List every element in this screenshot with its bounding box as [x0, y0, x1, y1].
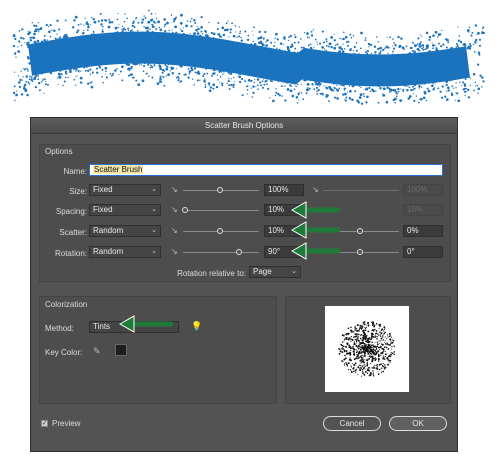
eyedropper-icon[interactable]: ✎ — [93, 346, 101, 357]
scatter-min-slider-knob[interactable] — [217, 228, 223, 234]
size-mode-dropdown[interactable]: Fixed ⌄ — [89, 184, 161, 196]
scatter-max-slider-knob[interactable] — [357, 228, 363, 234]
size-max-slider-track — [323, 190, 399, 191]
annotation-arrow-rotation — [290, 242, 340, 260]
scatter-mode-value: Random — [93, 226, 124, 235]
colorization-legend: Colorization — [45, 300, 88, 309]
name-field[interactable]: Scatter Brush — [89, 164, 443, 176]
annotation-arrow-method — [118, 315, 173, 333]
size-mode-value: Fixed — [93, 185, 113, 194]
method-label: Method: — [45, 324, 74, 333]
rotation-min-slider-track[interactable] — [183, 252, 259, 253]
scatter-label: Scatter: — [59, 228, 87, 237]
chevron-down-icon: ⌄ — [291, 268, 297, 275]
pressure-variation-icon: ↘ — [171, 226, 178, 235]
name-label: Name: — [63, 167, 87, 176]
brush-preview-image — [325, 306, 409, 392]
chevron-down-icon: ⌄ — [151, 206, 157, 213]
size-min-field[interactable]: 100% — [264, 184, 304, 196]
chevron-down-icon: ⌄ — [151, 248, 157, 255]
spacing-slider-track[interactable] — [183, 210, 259, 211]
method-value: Tints — [93, 322, 111, 331]
rotation-relative-label: Rotation relative to: — [177, 269, 246, 278]
cancel-button[interactable]: Cancel — [323, 416, 381, 431]
rotation-relative-dropdown[interactable]: Page ⌄ — [249, 266, 301, 278]
annotation-arrow-spacing — [290, 201, 340, 219]
key-color-label: Key Color: — [45, 348, 83, 357]
pressure-variation-icon: ↘ — [312, 185, 319, 194]
scatter-mode-dropdown[interactable]: Random ⌄ — [89, 225, 161, 237]
options-legend: Options — [45, 147, 73, 156]
chevron-down-icon: ⌄ — [151, 227, 157, 234]
pressure-variation-icon: ↘ — [171, 205, 178, 214]
key-color-swatch[interactable] — [115, 344, 127, 356]
brush-stroke-sample — [12, 9, 486, 105]
spacing-mode-value: Fixed — [93, 205, 113, 214]
name-field-value: Scatter Brush — [93, 165, 144, 174]
spacing-mode-dropdown[interactable]: Fixed ⌄ — [89, 204, 161, 216]
scatter-max-field[interactable]: 0% — [403, 225, 443, 237]
pressure-variation-icon: ↘ — [171, 185, 178, 194]
rotation-mode-dropdown[interactable]: Random ⌄ — [89, 246, 161, 258]
ok-button[interactable]: OK — [389, 416, 447, 431]
pressure-variation-icon: ↘ — [171, 247, 178, 256]
rotation-label: Rotation: — [54, 249, 87, 258]
scatter-dot-cluster — [338, 321, 396, 377]
spacing-max-field: 10% — [403, 204, 443, 216]
rotation-max-field[interactable]: 0° — [403, 246, 443, 258]
spacing-slider-knob[interactable] — [182, 207, 188, 213]
preview-label: Preview — [52, 419, 81, 428]
rotation-relative-value: Page — [253, 267, 272, 276]
scatter-brush-options-dialog: Scatter Brush Options Options Name: Scat… — [30, 117, 458, 452]
annotation-arrow-scatter — [290, 221, 340, 239]
preview-checkbox[interactable]: ✓ — [41, 420, 48, 427]
tips-lightbulb-icon[interactable]: 💡 — [191, 321, 202, 332]
size-label: Size: — [69, 187, 87, 196]
rotation-max-slider-knob[interactable] — [357, 249, 363, 255]
chevron-down-icon: ⌄ — [151, 186, 157, 193]
rotation-mode-value: Random — [93, 247, 124, 256]
size-max-field: 100% — [403, 184, 443, 196]
rotation-min-slider-knob[interactable] — [236, 249, 242, 255]
size-slider-knob[interactable] — [217, 187, 223, 193]
spacing-label: Spacing: — [55, 207, 87, 216]
dialog-title: Scatter Brush Options — [31, 118, 457, 134]
